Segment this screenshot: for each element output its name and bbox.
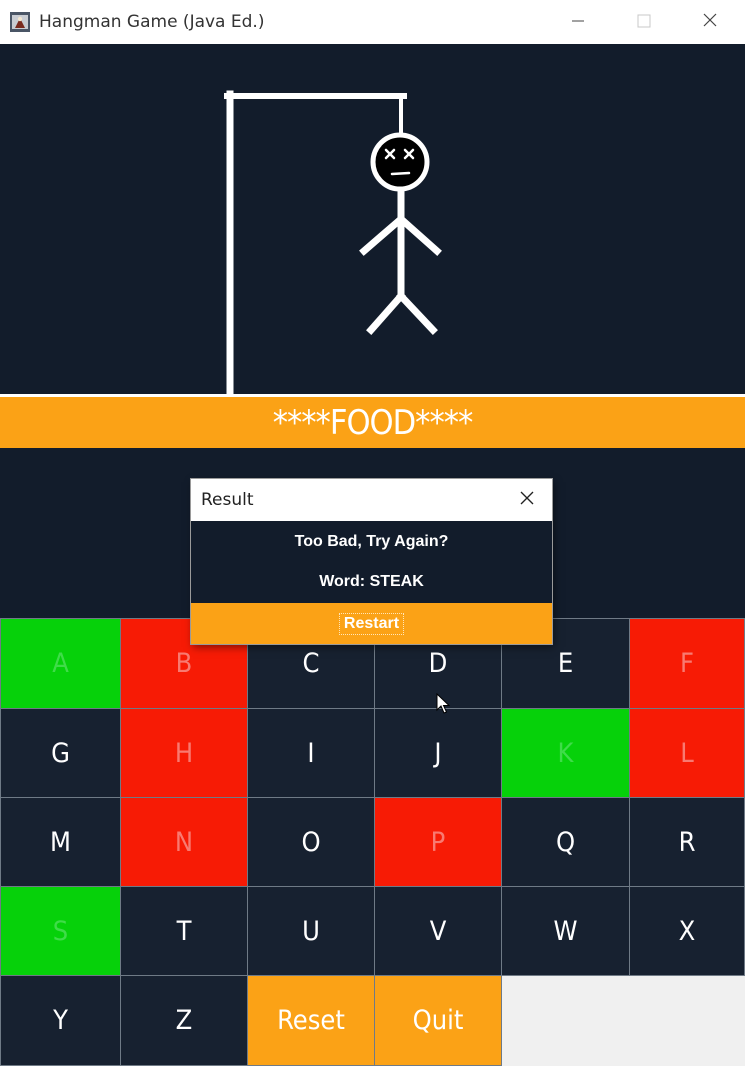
dialog-word: Word: STEAK	[319, 573, 424, 590]
dialog-title-bar: Result	[191, 479, 552, 521]
letter-keyboard: A B C D E F G H I J K L M N O P Q R S T …	[0, 618, 745, 1066]
key-v[interactable]: V	[374, 886, 502, 976]
dialog-title: Result	[201, 490, 254, 510]
word-banner: ****FOOD****	[0, 397, 745, 448]
java-app-icon	[10, 12, 30, 32]
key-w[interactable]: W	[501, 886, 630, 976]
key-z[interactable]: Z	[120, 975, 248, 1066]
maximize-button[interactable]	[611, 0, 677, 44]
close-button[interactable]	[677, 0, 743, 44]
maximize-icon	[637, 13, 651, 32]
quit-button[interactable]: Quit	[374, 975, 502, 1066]
key-n[interactable]: N	[120, 797, 248, 887]
key-k[interactable]: K	[501, 708, 630, 798]
key-p[interactable]: P	[374, 797, 502, 887]
title-bar: Hangman Game (Java Ed.)	[0, 0, 745, 44]
dialog-message: Too Bad, Try Again?	[294, 533, 449, 550]
key-g[interactable]: G	[0, 708, 121, 798]
close-icon	[519, 490, 535, 510]
right-arm	[396, 214, 442, 256]
key-u[interactable]: U	[247, 886, 375, 976]
key-o[interactable]: O	[247, 797, 375, 887]
key-m[interactable]: M	[0, 797, 121, 887]
result-dialog: Result Too Bad, Try Again? Word: STEAK R…	[191, 479, 552, 644]
dialog-close-button[interactable]	[502, 479, 552, 521]
masked-word: ****FOOD****	[272, 402, 474, 443]
key-x[interactable]: X	[629, 886, 745, 976]
window-title: Hangman Game (Java Ed.)	[39, 12, 265, 32]
key-t[interactable]: T	[120, 886, 248, 976]
minimize-icon	[571, 13, 585, 32]
mouse-pointer-icon	[436, 692, 451, 719]
key-r[interactable]: R	[629, 797, 745, 887]
key-a[interactable]: A	[0, 618, 121, 709]
left-arm	[359, 214, 406, 256]
key-h[interactable]: H	[120, 708, 248, 798]
dead-face-head	[370, 132, 430, 192]
key-q[interactable]: Q	[501, 797, 630, 887]
key-i[interactable]: I	[247, 708, 375, 798]
right-leg	[396, 291, 438, 335]
key-s[interactable]: S	[0, 886, 121, 976]
close-icon	[702, 12, 718, 32]
minimize-button[interactable]	[545, 0, 611, 44]
restart-button[interactable]: Restart	[191, 603, 552, 644]
key-j[interactable]: J	[374, 708, 502, 798]
hangman-drawing	[224, 90, 442, 398]
restart-label: Restart	[338, 612, 405, 635]
reset-button[interactable]: Reset	[247, 975, 375, 1066]
key-f[interactable]: F	[629, 618, 745, 709]
hangman-canvas	[0, 44, 745, 398]
key-y[interactable]: Y	[0, 975, 121, 1066]
left-leg	[366, 291, 406, 335]
dialog-body: Too Bad, Try Again? Word: STEAK	[191, 521, 552, 603]
key-l[interactable]: L	[629, 708, 745, 798]
